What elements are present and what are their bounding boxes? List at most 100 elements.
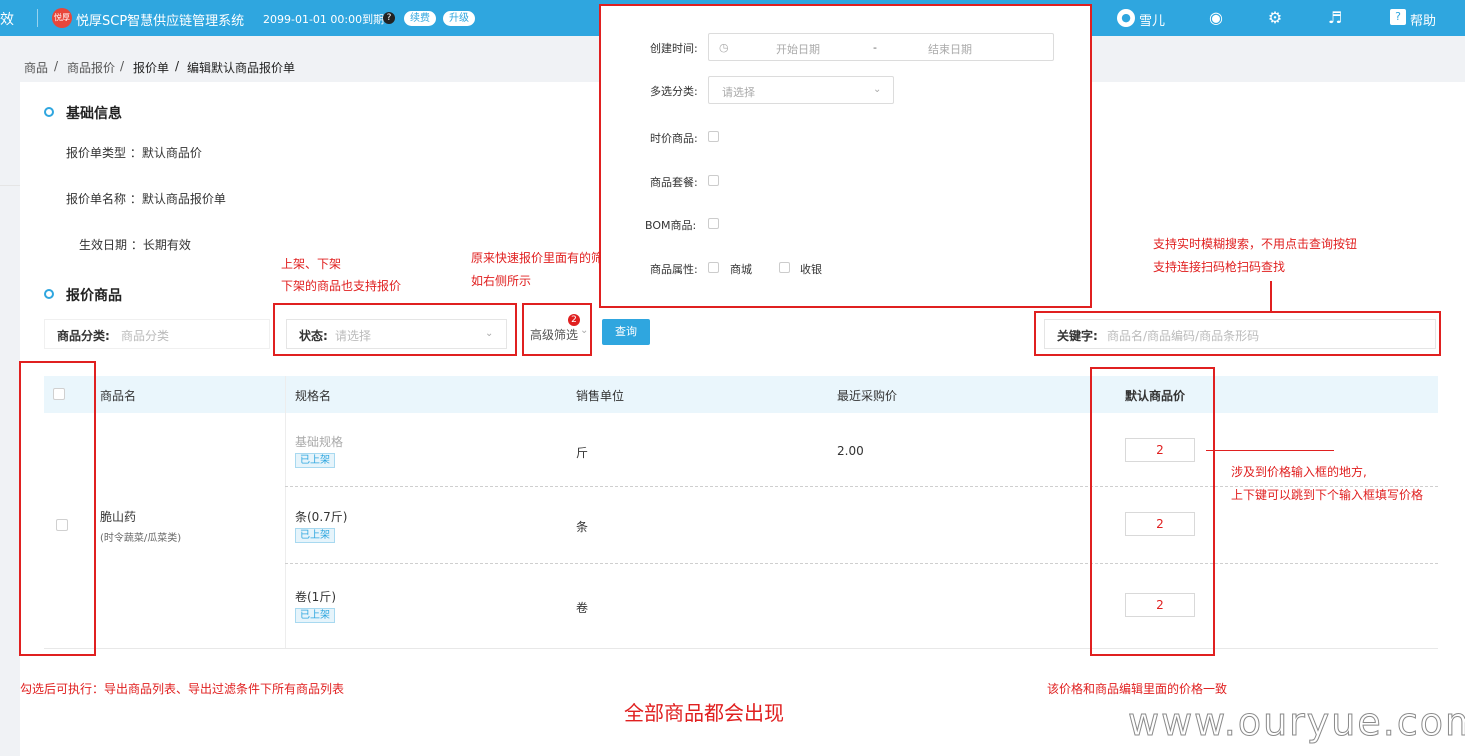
status-badge: 已上架 — [295, 453, 335, 468]
product-name: 脆山药 — [100, 510, 137, 524]
multi-category-select[interactable]: 请选择 ⌄ — [708, 76, 894, 104]
query-button[interactable]: 查询 — [602, 319, 650, 345]
price-column-highlight — [1090, 367, 1215, 656]
chevron-down-icon: ⌄ — [485, 328, 494, 339]
created-time-label: 创建时间: — [650, 42, 698, 55]
status-badge: 已上架 — [295, 608, 335, 623]
combo-checkbox[interactable] — [708, 175, 719, 186]
annotation-pointer — [1206, 450, 1334, 451]
product-category: (时令蔬菜/瓜菜类) — [100, 533, 182, 544]
chevron-down-icon: ⌄ — [873, 84, 882, 95]
advanced-filter-popup: 创建时间: ◷ 开始日期 - 结束日期 多选分类: 请选择 ⌄ 时价商品: 商品… — [599, 4, 1092, 308]
quote-name: 报价单名称 ：默认商品报价单 — [66, 192, 226, 206]
date-separator: - — [873, 41, 877, 54]
start-date[interactable]: 开始日期 — [776, 41, 820, 57]
user-name[interactable]: 雪儿 — [1139, 10, 1165, 29]
expire-date: 2099-01-01 00:00到期 — [263, 13, 385, 26]
user-icon[interactable]: ● — [1117, 9, 1135, 27]
time-price-checkbox[interactable] — [708, 131, 719, 142]
col-spec: 规格名 — [295, 389, 332, 403]
left-gutter — [0, 82, 20, 756]
breadcrumb-item[interactable]: 商品报价 — [67, 59, 115, 76]
category-label: 商品分类: — [57, 329, 110, 343]
multi-category-label: 多选分类: — [650, 85, 698, 98]
breadcrumb-item[interactable]: 商品 — [24, 59, 48, 76]
col-unit: 销售单位 — [576, 389, 625, 403]
note-search-1: 支持实时模糊搜索，不用点击查询按钮 — [1153, 237, 1358, 251]
checkbox-column-highlight — [19, 361, 96, 656]
breadcrumb-sep: / — [54, 59, 59, 73]
sale-unit: 斤 — [576, 446, 589, 460]
attr-mall-label: 商城 — [730, 263, 752, 276]
breadcrumb-current: 编辑默认商品报价单 — [187, 61, 296, 75]
bell-icon[interactable]: ♬ — [1325, 8, 1345, 28]
col-divider — [285, 376, 286, 649]
status-label: 状态: — [299, 329, 328, 343]
note-price-1: 涉及到价格输入框的地方, — [1231, 465, 1367, 479]
date-range-picker[interactable]: ◷ 开始日期 - 结束日期 — [708, 33, 1054, 61]
products-title: 报价商品 — [66, 288, 122, 304]
note-filter-1: 原来快速报价里面有的筛选 — [471, 251, 616, 265]
keyword-label: 关键字: — [1057, 329, 1098, 343]
row-divider — [285, 563, 1438, 564]
combo-label: 商品套餐: — [650, 176, 698, 189]
breadcrumb-sep: / — [120, 59, 125, 73]
keyword-search[interactable]: 关键字: 商品名/商品编码/商品条形码 — [1044, 319, 1436, 349]
attr-cashier-label: 收银 — [800, 263, 822, 276]
breadcrumb-sep: / — [175, 59, 180, 73]
time-price-label: 时价商品: — [650, 132, 698, 145]
app-logo: 悦厚 — [52, 8, 72, 28]
topbar-divider — [37, 9, 38, 27]
help-link[interactable]: 帮助 — [1410, 10, 1436, 29]
section-dot — [44, 107, 54, 117]
advanced-filter-badge: 2 — [568, 314, 580, 326]
basic-info-title: 基础信息 — [66, 106, 122, 122]
status-placeholder: 请选择 — [335, 329, 372, 343]
category-filter[interactable]: 商品分类: 商品分类 — [44, 319, 270, 349]
category-placeholder: 商品分类 — [121, 329, 170, 343]
multi-category-placeholder: 请选择 — [722, 86, 755, 99]
spec-name: 条(0.7斤) — [295, 510, 348, 524]
bom-checkbox[interactable] — [708, 218, 719, 229]
note-shelf-1: 上架、下架 — [281, 257, 342, 271]
attr-label: 商品属性: — [650, 263, 698, 276]
breadcrumb-item[interactable]: 报价单 — [133, 59, 169, 76]
gear-icon[interactable]: ⚙ — [1265, 8, 1285, 28]
advanced-filter-toggle[interactable]: 高级筛选 — [530, 326, 578, 343]
help-icon[interactable]: ? — [1390, 9, 1406, 25]
last-price: 2.00 — [837, 444, 864, 458]
attr-mall-checkbox[interactable] — [708, 262, 719, 273]
note-shelf-2: 下架的商品也支持报价 — [281, 279, 402, 293]
note-filter-2: 如右侧所示 — [471, 274, 532, 288]
table-bottom — [44, 648, 1438, 649]
sale-unit: 卷 — [576, 601, 589, 615]
effective-date: 生效日期 ：长期有效 — [79, 238, 191, 252]
upgrade-button[interactable]: 升级 — [443, 11, 475, 26]
status-badge: 已上架 — [295, 528, 335, 543]
bom-label: BOM商品: — [645, 219, 697, 232]
renew-button[interactable]: 续费 — [404, 11, 436, 26]
quote-type: 报价单类型 ：默认商品价 — [66, 146, 202, 160]
app-title: 悦厚SCP智慧供应链管理系统 — [76, 14, 245, 29]
note-all-products: 全部商品都会出现 — [624, 701, 784, 725]
keyword-input[interactable]: 商品名/商品编码/商品条形码 — [1107, 327, 1259, 344]
annotation-pointer — [1270, 281, 1272, 311]
service-icon[interactable]: ◉ — [1206, 8, 1226, 28]
effect-text: 效 — [0, 12, 14, 28]
table-header — [44, 376, 1438, 413]
sale-unit: 条 — [576, 520, 589, 534]
status-select[interactable]: 状态: 请选择 ⌄ — [286, 319, 507, 349]
note-price-2: 上下键可以跳到下个输入框填写价格 — [1231, 488, 1424, 502]
col-last-price: 最近采购价 — [837, 389, 898, 403]
note-price-consistent: 该价格和商品编辑里面的价格一致 — [1047, 682, 1228, 696]
watermark: www.ouryue.com — [1128, 700, 1465, 745]
note-export: 勾选后可执行：导出商品列表、导出过滤条件下所有商品列表 — [20, 682, 345, 696]
spec-name: 基础规格 — [295, 435, 344, 449]
end-date[interactable]: 结束日期 — [928, 41, 972, 57]
question-icon[interactable]: ? — [383, 12, 395, 24]
spec-name: 卷(1斤) — [295, 590, 336, 604]
chevron-down-icon: ⌄ — [580, 325, 589, 336]
section-dot — [44, 289, 54, 299]
attr-cashier-checkbox[interactable] — [779, 262, 790, 273]
note-search-2: 支持连接扫码枪扫码查找 — [1153, 260, 1286, 274]
